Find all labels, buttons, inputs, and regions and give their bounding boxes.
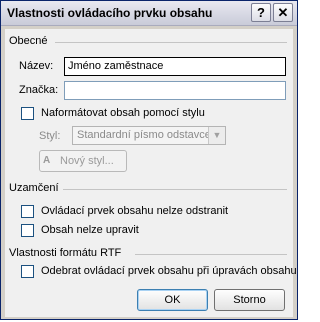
section-locking-label: Uzamčení bbox=[9, 182, 59, 194]
style-label: Styl: bbox=[39, 130, 61, 142]
remove-when-edited-label[interactable]: Odebrat ovládací prvek obsahu při úpravá… bbox=[41, 265, 297, 277]
new-style-button[interactable]: A Nový styl... bbox=[39, 150, 127, 172]
title-bar[interactable]: Vlastnosti ovládacího prvku obsahu ? ✕ bbox=[1, 1, 297, 26]
section-divider bbox=[135, 254, 287, 255]
section-divider bbox=[55, 42, 287, 43]
remove-when-edited-checkbox[interactable] bbox=[21, 265, 34, 278]
section-rtf-label: Vlastnosti formátu RTF bbox=[9, 247, 122, 259]
name-input[interactable]: Jméno zaměstnace bbox=[64, 57, 286, 76]
no-edit-label[interactable]: Obsah nelze upravit bbox=[41, 224, 139, 236]
help-button[interactable]: ? bbox=[251, 3, 271, 22]
content-control-properties-dialog: Vlastnosti ovládacího prvku obsahu ? ✕ O… bbox=[0, 0, 298, 320]
dialog-body: Obecné Název: Jméno zaměstnace Značka: N… bbox=[5, 29, 297, 317]
new-style-button-label: Nový styl... bbox=[60, 155, 114, 167]
dialog-title: Vlastnosti ovládacího prvku obsahu bbox=[7, 6, 213, 20]
style-select-value: Standardní písmo odstavce bbox=[77, 129, 211, 141]
cancel-button[interactable]: Storno bbox=[214, 289, 285, 311]
format-with-style-label[interactable]: Naformátovat obsah pomocí stylu bbox=[41, 107, 205, 119]
close-button[interactable]: ✕ bbox=[273, 3, 293, 22]
no-delete-checkbox[interactable] bbox=[21, 205, 34, 218]
style-select[interactable]: Standardní písmo odstavce ▼ bbox=[72, 126, 226, 145]
no-edit-checkbox[interactable] bbox=[21, 224, 34, 237]
new-style-icon: A bbox=[43, 155, 51, 166]
format-with-style-checkbox[interactable] bbox=[21, 107, 34, 120]
section-divider bbox=[63, 189, 287, 190]
section-general-label: Obecné bbox=[9, 35, 48, 47]
ok-button[interactable]: OK bbox=[137, 289, 208, 311]
tag-input[interactable] bbox=[64, 81, 286, 100]
no-delete-label[interactable]: Ovládací prvek obsahu nelze odstranit bbox=[41, 205, 228, 217]
tag-label: Značka: bbox=[19, 84, 59, 96]
chevron-down-icon: ▼ bbox=[208, 127, 225, 144]
name-label: Název: bbox=[19, 60, 54, 72]
